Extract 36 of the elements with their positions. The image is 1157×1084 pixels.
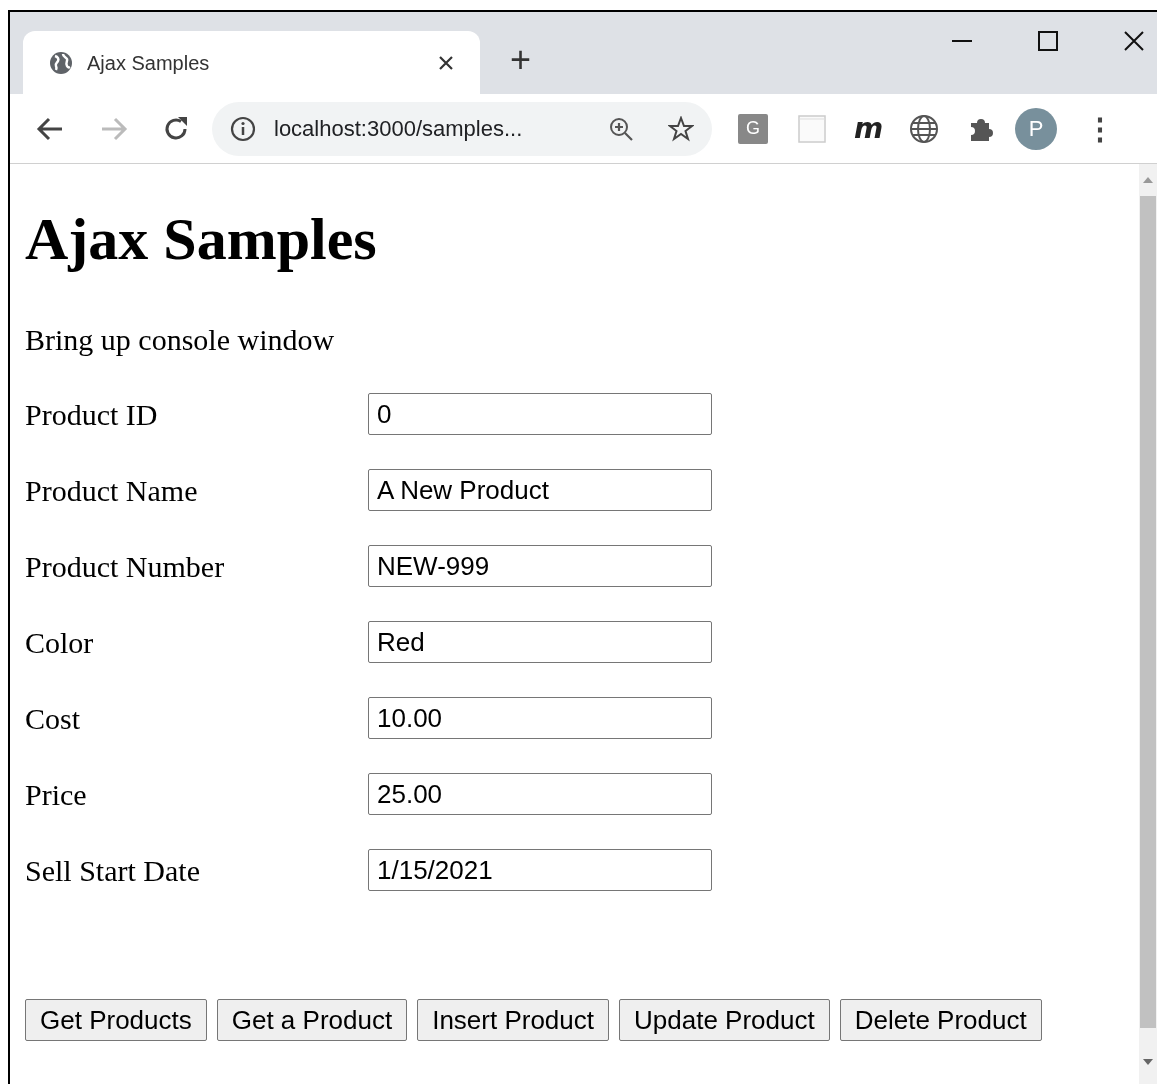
input-field[interactable]: A New Product xyxy=(368,469,712,511)
action-button[interactable]: Update Product xyxy=(619,999,830,1041)
close-icon[interactable] xyxy=(438,54,454,71)
input-field[interactable]: 0 xyxy=(368,393,712,435)
field-label: Product ID xyxy=(25,396,159,433)
close-icon[interactable] xyxy=(1123,30,1145,52)
action-button[interactable]: Get a Product xyxy=(216,999,408,1041)
action-button[interactable]: Insert Product xyxy=(417,999,609,1041)
menu-button[interactable]: ⋮ xyxy=(1085,113,1116,144)
field-label: Product Number xyxy=(25,548,226,585)
input-field[interactable]: NEW-999 xyxy=(368,545,712,587)
star-icon[interactable] xyxy=(668,115,694,142)
field-label: Price xyxy=(25,776,88,813)
page-text: Bring up console window xyxy=(25,325,336,355)
extension-icon[interactable]: G xyxy=(738,113,768,144)
field-label: Product Name xyxy=(25,472,199,509)
maximize-icon[interactable] xyxy=(1037,30,1059,52)
globe-icon xyxy=(49,50,73,75)
globe-icon[interactable] xyxy=(909,113,940,144)
action-button[interactable]: Delete Product xyxy=(839,999,1042,1041)
field-label: Sell Start Date xyxy=(25,852,201,889)
input-field[interactable]: Red xyxy=(368,621,712,663)
zoom-in-icon[interactable] xyxy=(608,115,634,142)
new-tab-button[interactable]: + xyxy=(510,42,532,78)
input-field[interactable]: 25.00 xyxy=(368,773,712,815)
scrollbar[interactable] xyxy=(1139,164,1157,1084)
scroll-down-icon[interactable] xyxy=(1143,1058,1153,1066)
input-field[interactable]: 10.00 xyxy=(368,697,712,739)
extension-icon[interactable]: m xyxy=(854,114,884,143)
address-bar[interactable]: localhost:3000/samples... xyxy=(212,101,712,156)
input-field[interactable]: 1/15/2021 xyxy=(368,849,712,891)
back-icon[interactable] xyxy=(36,115,64,142)
field-label: Color xyxy=(25,624,95,661)
action-button[interactable]: Get Products xyxy=(25,999,207,1041)
info-icon[interactable] xyxy=(230,115,256,142)
field-label: Cost xyxy=(25,700,82,737)
